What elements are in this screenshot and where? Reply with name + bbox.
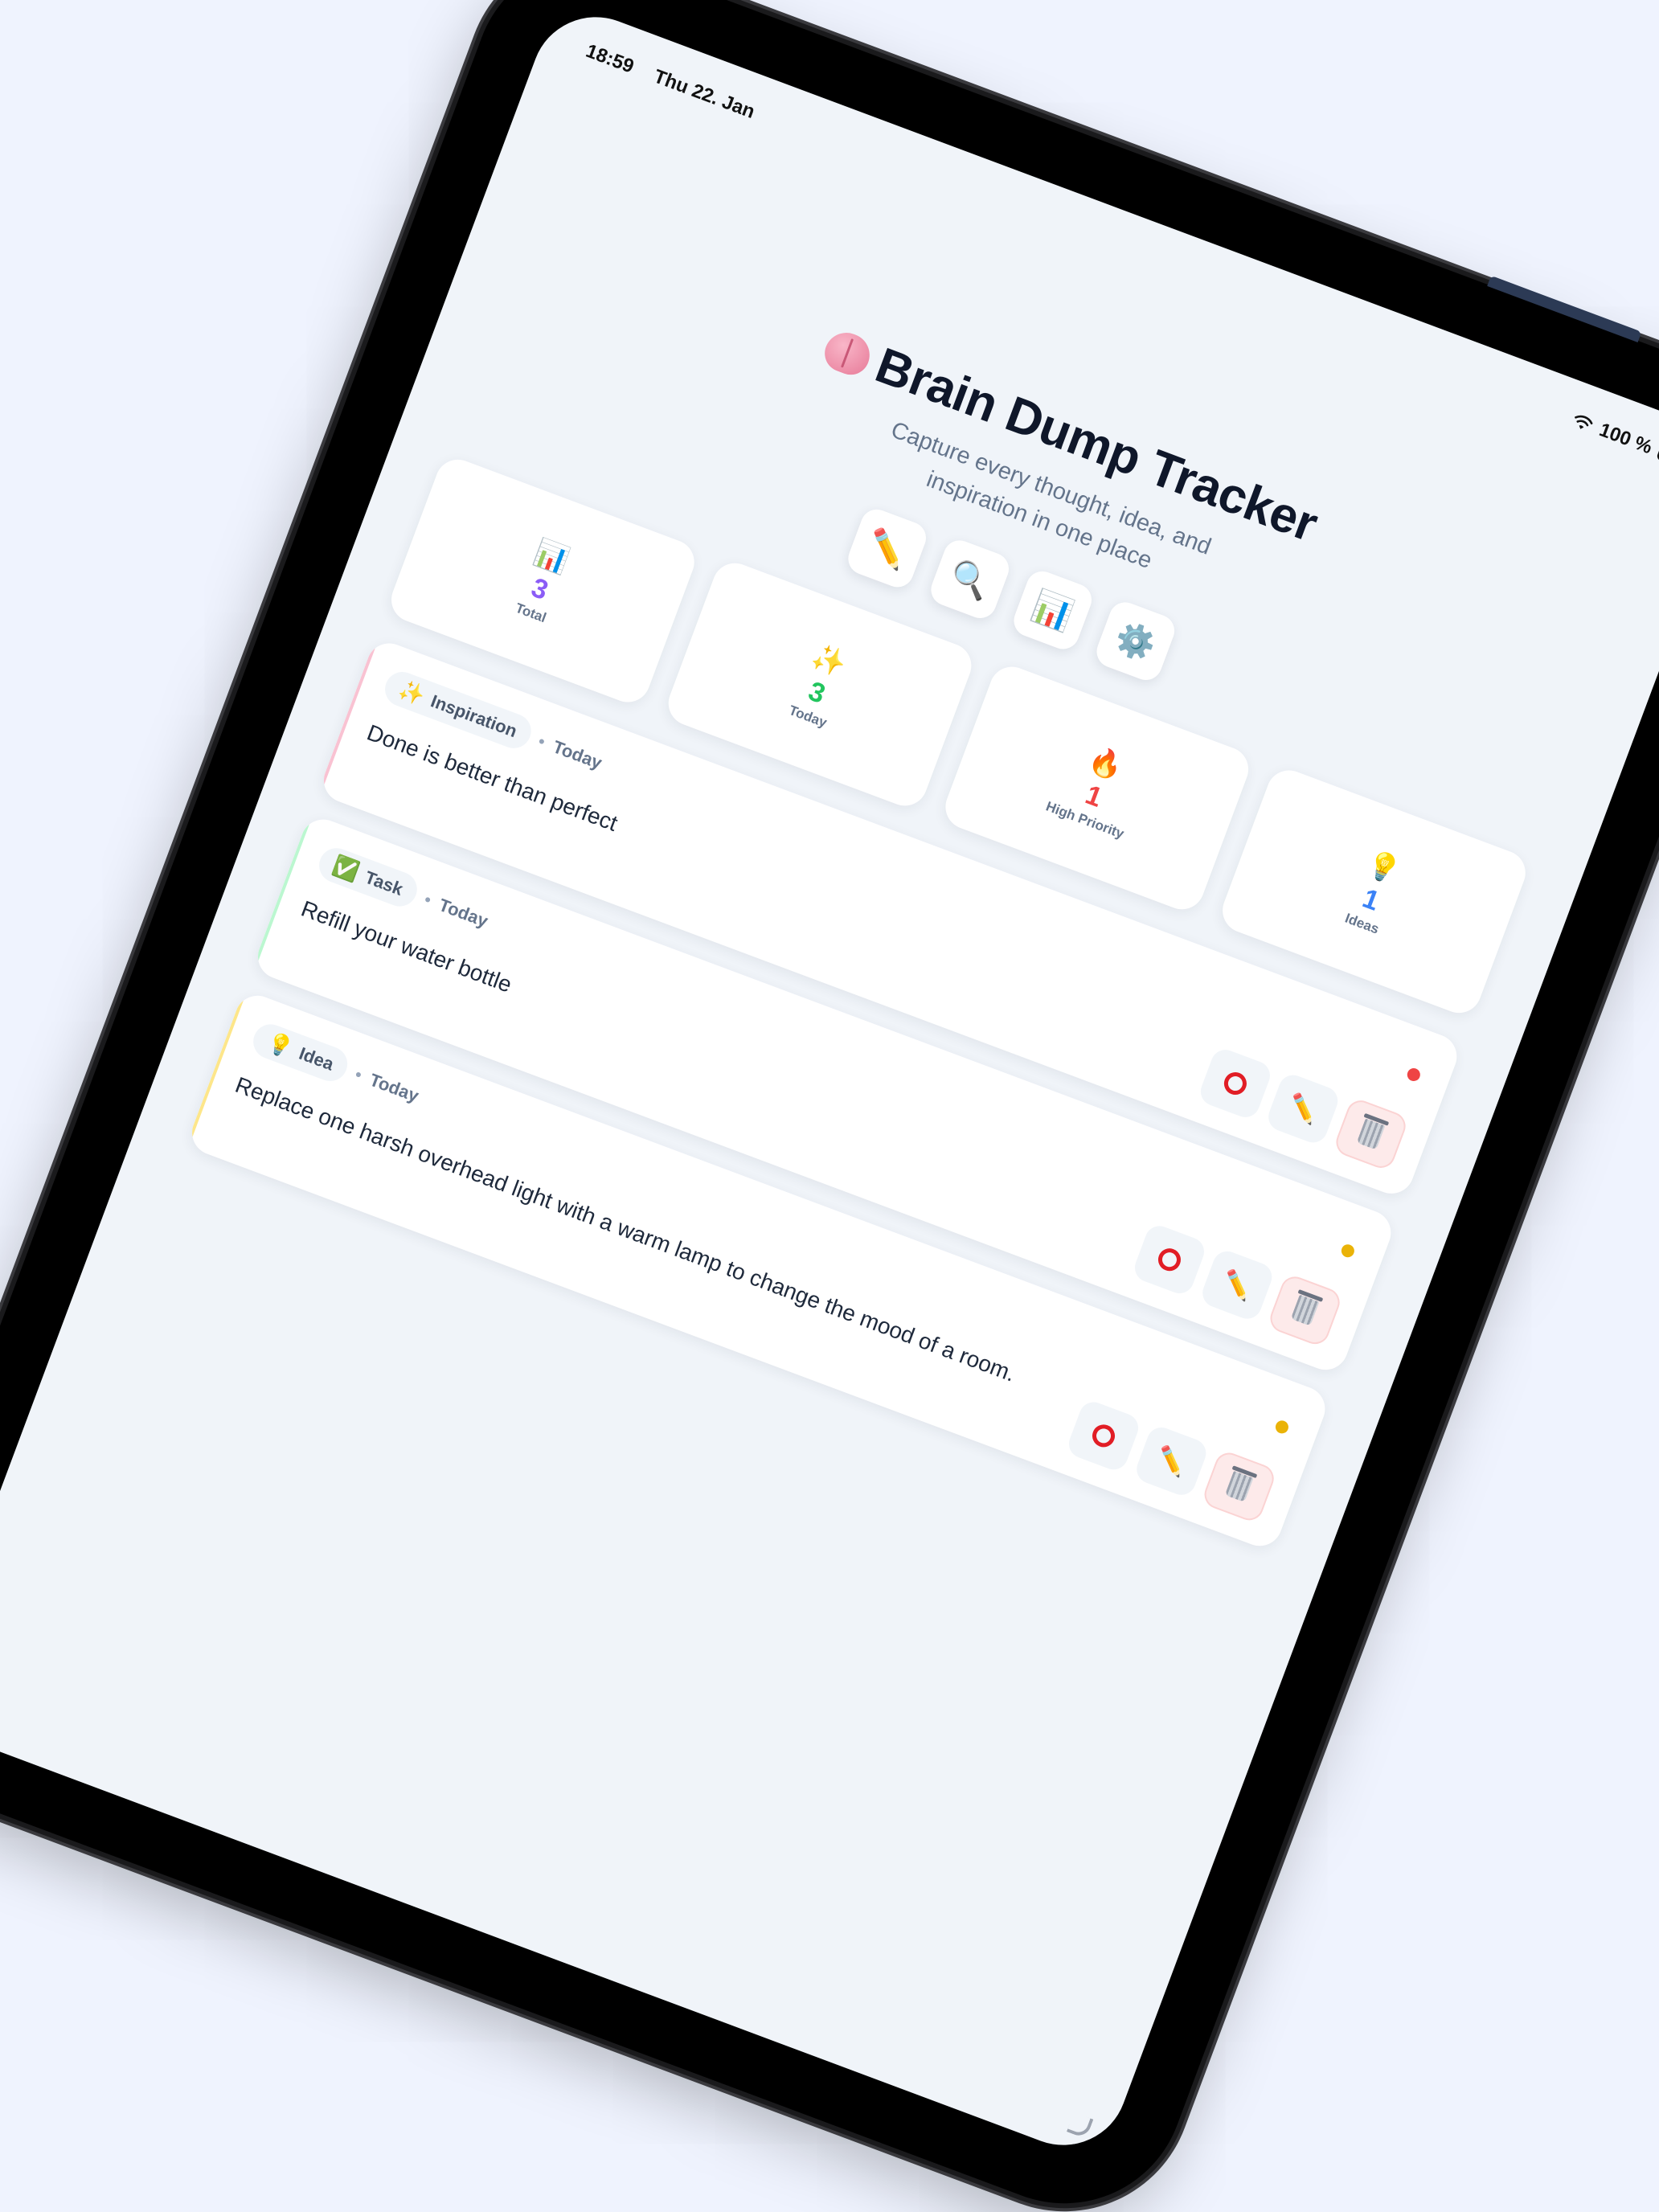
- trash-icon: [1356, 1118, 1386, 1150]
- delete-button[interactable]: [1332, 1096, 1410, 1173]
- stat-value-today: 3: [804, 675, 830, 710]
- sparkles-icon: ✨: [395, 676, 429, 709]
- search-button[interactable]: 🔍: [926, 535, 1014, 623]
- lightbulb-icon: 💡: [1362, 847, 1405, 888]
- delete-button[interactable]: [1200, 1448, 1278, 1525]
- stat-label-total: Total: [513, 600, 549, 626]
- magnifier-icon: 🔍: [944, 555, 995, 604]
- new-entry-button[interactable]: ✏️: [843, 505, 931, 592]
- fire-icon: 🔥: [1084, 743, 1128, 784]
- pencil-icon: ✏️: [1218, 1267, 1256, 1303]
- circle-icon: [1089, 1421, 1119, 1451]
- bar-chart-icon: 📊: [1027, 587, 1078, 634]
- category-label: Inspiration: [428, 690, 520, 741]
- category-accent: [317, 637, 379, 795]
- trash-icon: [1224, 1470, 1254, 1502]
- circle-icon: [1154, 1245, 1184, 1275]
- hardware-button: [1487, 275, 1642, 342]
- category-accent: [251, 813, 313, 971]
- entry-date: Today: [367, 1069, 422, 1106]
- app-screen: 18:59 Thu 22. Jan 100 % Brain Dump Track…: [0, 0, 1659, 2164]
- background: 18:59 Thu 22. Jan 100 % Brain Dump Track…: [0, 0, 1659, 2212]
- stat-value-total: 3: [526, 571, 553, 607]
- sparkles-icon: ✨: [807, 640, 850, 681]
- battery-percent: 100 %: [1596, 419, 1656, 459]
- status-left: 18:59 Thu 22. Jan: [583, 40, 774, 130]
- priority-indicator: [1405, 1066, 1423, 1083]
- category-badge: ✅ Task: [313, 843, 422, 911]
- wifi-icon: [1575, 415, 1593, 429]
- edit-button[interactable]: ✏️: [1264, 1071, 1342, 1147]
- category-label: Idea: [296, 1043, 337, 1075]
- entry-actions: ✏️: [1130, 1222, 1344, 1349]
- entry-actions: ✏️: [1064, 1398, 1278, 1525]
- settings-button[interactable]: ⚙️: [1092, 597, 1179, 685]
- battery-icon: [1656, 444, 1659, 471]
- status-date: Thu 22. Jan: [650, 65, 758, 123]
- pencil-icon: ✏️: [1284, 1091, 1322, 1127]
- meta-separator: •: [421, 888, 435, 910]
- check-mark-icon: ✅: [330, 852, 363, 885]
- stats-button[interactable]: 📊: [1009, 567, 1096, 654]
- priority-indicator: [1273, 1419, 1291, 1436]
- entry-date: Today: [436, 894, 491, 932]
- trash-icon: [1290, 1294, 1320, 1326]
- pencil-icon: ✏️: [862, 525, 912, 572]
- status-time: 18:59: [583, 39, 637, 78]
- meta-separator: •: [352, 1063, 366, 1085]
- category-badge: 💡 Idea: [248, 1019, 353, 1087]
- pencil-icon: ✏️: [1153, 1443, 1190, 1479]
- edit-button[interactable]: ✏️: [1133, 1423, 1210, 1499]
- priority-indicator: [1339, 1242, 1357, 1260]
- tablet-device: 18:59 Thu 22. Jan 100 % Brain Dump Track…: [0, 0, 1659, 2212]
- stat-value-ideas: 1: [1358, 883, 1384, 917]
- category-accent: [186, 989, 248, 1148]
- brain-icon: [819, 326, 876, 380]
- main-content: Brain Dump Tracker Capture every thought…: [178, 206, 1624, 1572]
- status-right: 100 %: [1569, 409, 1659, 473]
- bar-chart-icon: 📊: [530, 536, 574, 577]
- stat-value-high-priority: 1: [1081, 779, 1107, 813]
- edit-button[interactable]: ✏️: [1198, 1247, 1276, 1323]
- entry-date: Today: [550, 735, 605, 773]
- meta-separator: •: [535, 730, 549, 752]
- delete-button[interactable]: [1266, 1272, 1344, 1349]
- category-label: Task: [362, 866, 407, 899]
- entry-actions: ✏️: [1196, 1045, 1410, 1173]
- resize-corner-icon: [1066, 2112, 1094, 2140]
- lightbulb-icon: 💡: [264, 1029, 297, 1061]
- circle-icon: [1220, 1069, 1250, 1099]
- gear-icon: ⚙️: [1110, 617, 1161, 666]
